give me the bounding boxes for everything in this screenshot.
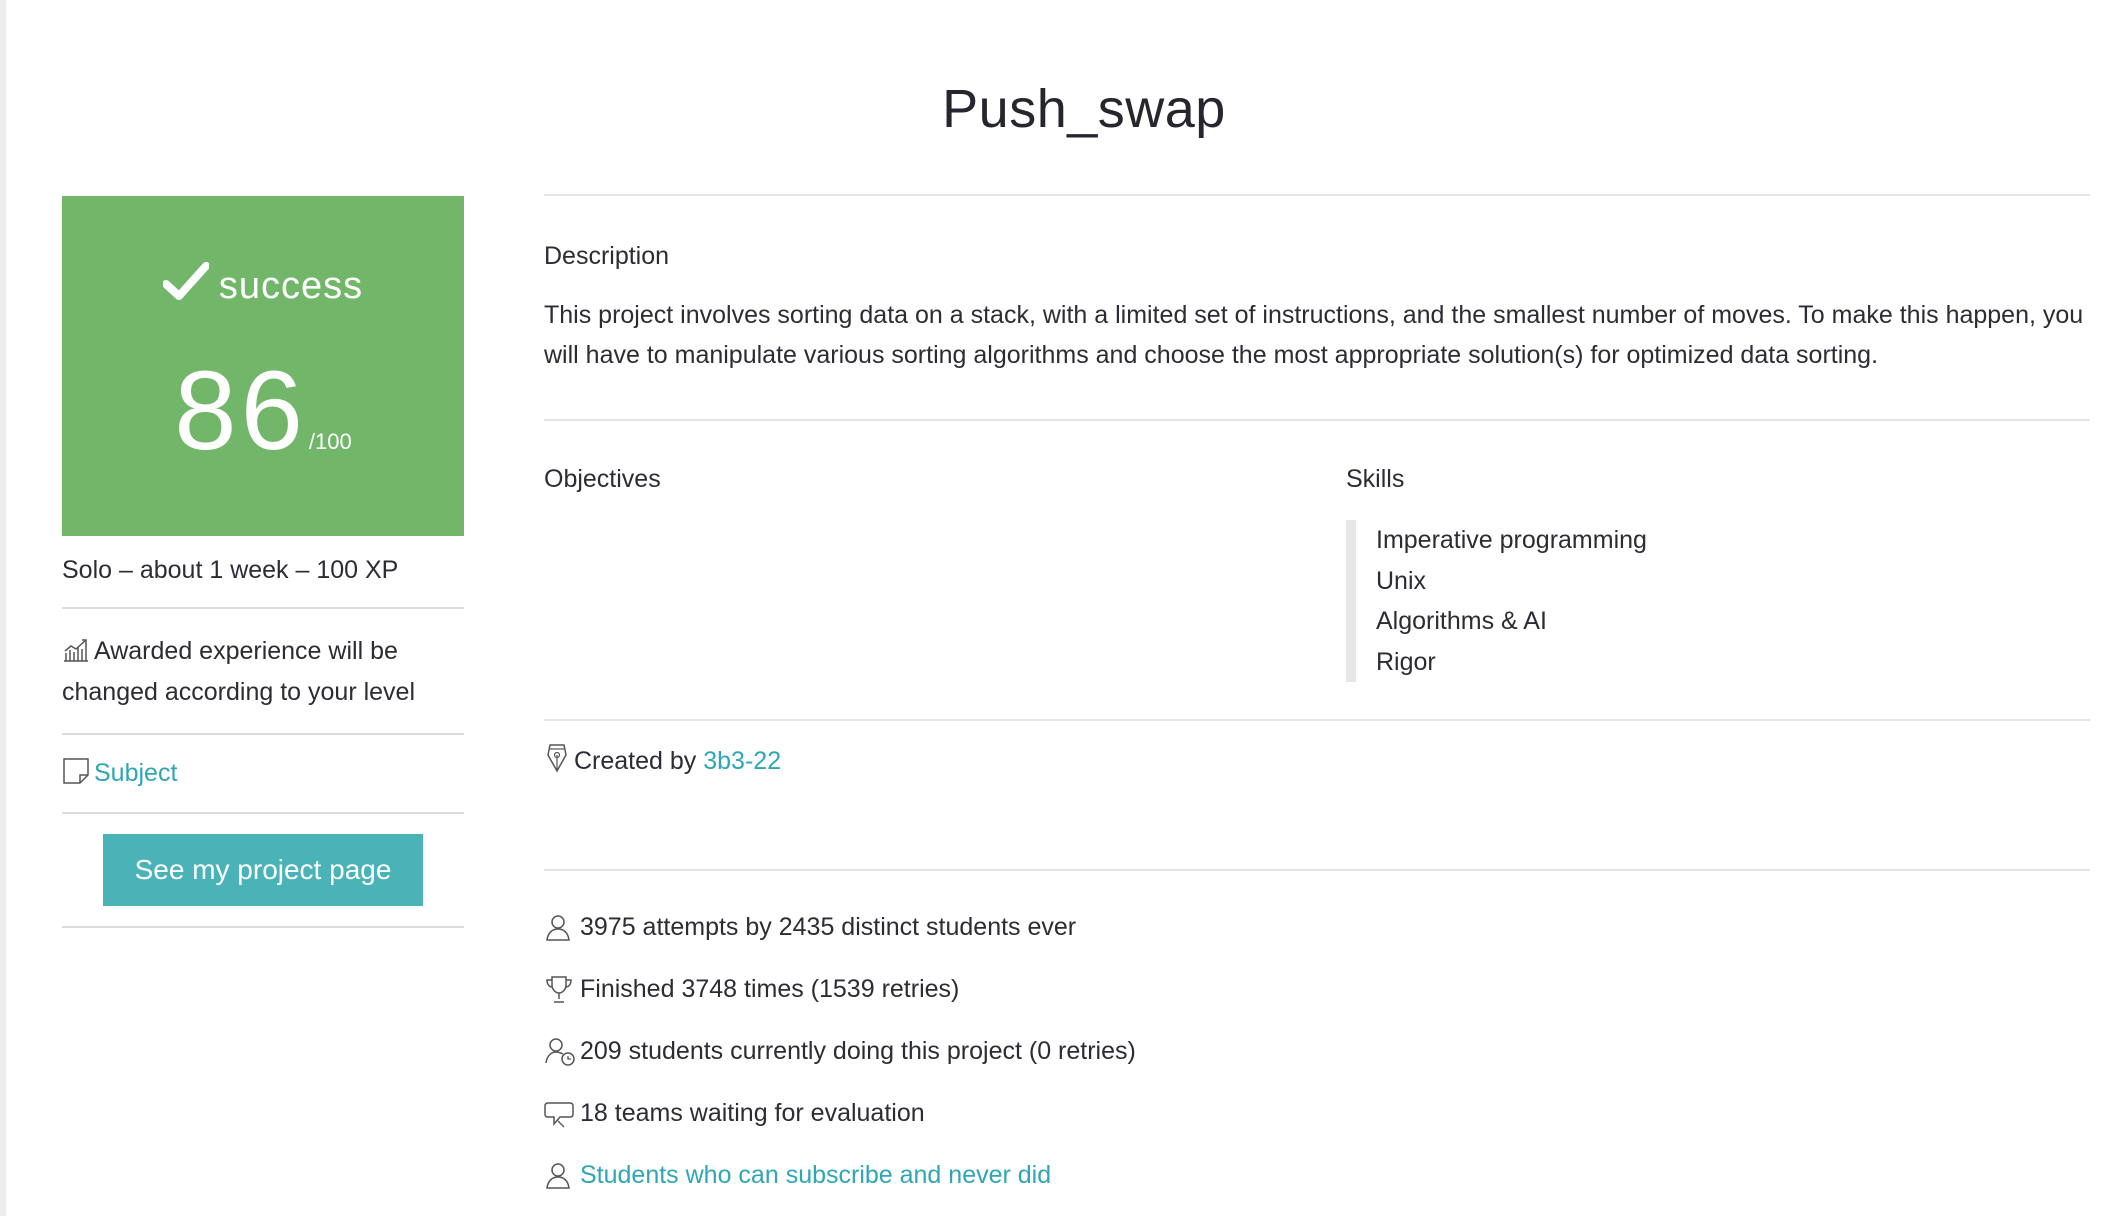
stat-attempts: 3975 attempts by 2435 distinct students … (544, 913, 2090, 975)
skills-section: Skills Imperative programming Unix Algor… (1346, 465, 1647, 682)
stat-subscribe: Students who can subscribe and never did (544, 1161, 2090, 1216)
skills-list: Imperative programming Unix Algorithms &… (1346, 520, 1647, 682)
grade: 86/100 (62, 346, 464, 475)
project-sidebar: success 86/100 Solo – about 1 week – 100… (62, 196, 464, 928)
status-line: success (62, 262, 464, 308)
skill-item: Algorithms & AI (1376, 607, 1547, 635)
creator-prefix: Created by (574, 747, 697, 775)
project-button-row: See my project page (62, 814, 464, 928)
skills-label: Skills (1346, 465, 1405, 493)
subscribe-link[interactable]: Students who can subscribe and never did (580, 1161, 1051, 1190)
subject-link[interactable]: Subject (94, 759, 177, 787)
stat-teams: 18 teams waiting for evaluation (544, 1099, 2090, 1161)
stat-current: 209 students currently doing this projec… (544, 1037, 2090, 1099)
status-box: success 86/100 (62, 196, 464, 536)
description-label: Description (544, 242, 670, 270)
project-page: Push_swap success 86/100 Solo – about 1 … (0, 0, 2120, 1216)
checkmark-icon (162, 262, 209, 300)
pen-nib-icon (547, 744, 567, 773)
status-label: success (218, 265, 364, 307)
user-icon (546, 1163, 570, 1189)
description-section: Description This project involves sortin… (544, 196, 2090, 419)
grade-max: /100 (308, 429, 352, 454)
objectives-section: Objectives (544, 465, 661, 494)
objectives-skills-section: Objectives Skills Imperative programming… (544, 421, 2090, 719)
description-text: This project involves sorting data on a … (544, 301, 2084, 369)
stat-current-text: 209 students currently doing this projec… (580, 1037, 1136, 1065)
skill-item: Unix (1376, 566, 1427, 595)
user-icon (546, 915, 570, 941)
skill-item: Rigor (1376, 647, 1436, 676)
project-details: Description This project involves sortin… (544, 194, 2090, 1216)
creator-row: Created by 3b3-22 (544, 721, 2090, 869)
xp-note: Awarded experience will be changed accor… (62, 609, 464, 735)
grade-value: 86 (174, 348, 307, 473)
stat-teams-text: 18 teams waiting for evaluation (580, 1099, 925, 1127)
user-clock-icon (545, 1038, 575, 1066)
skill-item: Imperative programming (1376, 526, 1647, 554)
trophy-icon (546, 976, 572, 1003)
xp-note-text: Awarded experience will be changed accor… (62, 637, 416, 706)
document-icon (63, 758, 89, 784)
stat-attempts-text: 3975 attempts by 2435 distinct students … (580, 913, 1077, 941)
stats-section: 3975 attempts by 2435 distinct students … (544, 871, 2090, 1216)
subject-row: Subject (62, 735, 464, 814)
creator-link[interactable]: 3b3-22 (703, 747, 781, 775)
project-meta: Solo – about 1 week – 100 XP (62, 536, 464, 609)
chart-icon (64, 639, 88, 662)
objectives-label: Objectives (544, 465, 661, 493)
page-title: Push_swap (942, 79, 1226, 139)
stat-finished-text: Finished 3748 times (1539 retries) (580, 975, 960, 1003)
stat-finished: Finished 3748 times (1539 retries) (544, 975, 2090, 1037)
speech-bubble-icon (544, 1102, 574, 1128)
see-project-page-button[interactable]: See my project page (103, 834, 423, 906)
